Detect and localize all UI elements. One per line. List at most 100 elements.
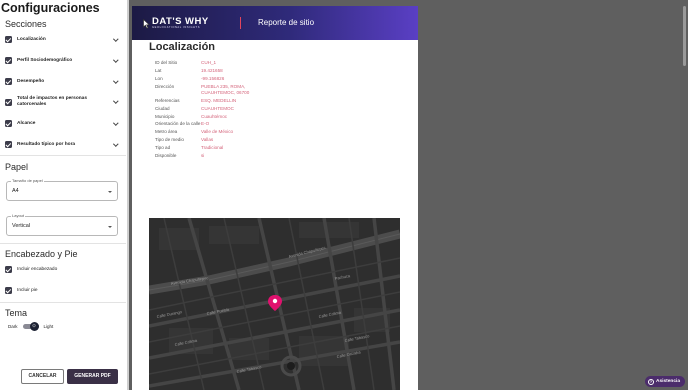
paper-size-label: Tamaño de papel (11, 178, 44, 183)
chevron-down-icon[interactable] (113, 37, 119, 43)
info-key: Tipo de medio (155, 137, 184, 143)
section-item-perfil[interactable]: Perfil Sociodemográfico (5, 57, 119, 64)
assistance-label: Asistencia (656, 379, 680, 384)
info-row: Ciudad CUAUHTEMOC (155, 106, 257, 112)
report-header: DAT'S WHY GEOLOCATIONAL INSIGHTS Reporte… (132, 6, 418, 40)
section-item-alcance[interactable]: Alcance (5, 120, 119, 127)
info-value: -99.156826 (201, 75, 225, 81)
theme-dark-label: Dark (8, 323, 18, 329)
help-icon: ? (648, 378, 654, 385)
info-value: CUH_1 (201, 60, 217, 65)
dropdown-caret-icon (108, 190, 112, 193)
map-canvas: Avenida Chapultepec Avenida Chapultepec … (149, 218, 400, 390)
theme-toggle[interactable]: ☼ (22, 321, 39, 331)
info-row: Referencias ESQ. MEDELLIN (155, 98, 257, 104)
section-label: Total de impactos en personas catorcenal… (17, 96, 88, 107)
pdf-preview-area: DAT'S WHY GEOLOCATIONAL INSIGHTS Reporte… (127, 0, 688, 390)
settings-panel: Configuraciones Secciones Localización P… (0, 0, 126, 390)
sections-heading: Secciones (5, 19, 47, 29)
chevron-down-icon[interactable] (113, 58, 119, 64)
info-row: Orientación de la calle E-O (155, 121, 257, 127)
layout-select[interactable]: Layout Vertical (6, 213, 118, 236)
info-row: Municipio Cuauhtémoc (155, 114, 257, 120)
mouse-cursor-icon (143, 19, 150, 29)
info-value: CUAUHTEMOC (201, 105, 234, 111)
layout-label: Layout (11, 213, 26, 218)
paper-size-select[interactable]: Tamaño de papel A4 (6, 178, 118, 201)
section-item-resultado[interactable]: Resultado típico por hora (5, 141, 119, 148)
info-row: Lon -99.156826 (155, 76, 257, 82)
info-row: Disponible si (155, 153, 257, 159)
paper-size-value: A4 (12, 188, 19, 194)
location-section-title: Localización (149, 41, 216, 53)
report-title: Reporte de sitio (258, 18, 315, 27)
section-checkbox[interactable] (5, 120, 12, 127)
info-key: Ciudad (155, 105, 170, 111)
section-checkbox[interactable] (5, 98, 12, 106)
section-item-impactos[interactable]: Total de impactos en personas catorcenal… (5, 96, 119, 108)
chevron-down-icon[interactable] (113, 142, 119, 148)
info-key: Referencias (155, 97, 180, 103)
section-item-desempeno[interactable]: Desempeño (5, 78, 119, 85)
chevron-down-icon[interactable] (113, 121, 119, 127)
section-item-localizacion[interactable]: Localización (5, 36, 119, 43)
info-key: Tipo ad (155, 145, 171, 151)
divider (0, 302, 126, 303)
cancel-button[interactable]: CANCELAR (21, 369, 64, 384)
info-key: Metro área (155, 129, 178, 135)
info-value: E-O (201, 121, 210, 127)
info-value: ESQ. MEDELLIN (201, 97, 237, 103)
theme-heading: Tema (5, 308, 28, 318)
info-key: Lat (155, 67, 162, 73)
include-footer-label: Incluir pie (17, 287, 38, 293)
brand-tagline: GEOLOCATIONAL INSIGHTS (152, 26, 201, 29)
info-row: Lat 19.421658 (155, 68, 257, 74)
include-header-checkbox[interactable] (5, 266, 12, 273)
header-footer-heading: Encabezado y Pie (5, 249, 78, 259)
section-label: Alcance (17, 120, 36, 126)
divider (0, 155, 126, 156)
panel-divider (127, 0, 129, 390)
panel-title: Configuraciones (1, 1, 100, 15)
info-key: Lon (155, 75, 163, 81)
include-header-label: Incluir encabezado (17, 266, 58, 272)
dropdown-caret-icon (108, 225, 112, 228)
info-value: Cuauhtémoc (201, 113, 228, 119)
include-footer-checkbox[interactable] (5, 287, 12, 294)
theme-light-label: Light (43, 323, 54, 329)
chevron-down-icon[interactable] (113, 79, 119, 85)
info-value: PUEBLA 235, ROMA, CUAUHTEMOC, 06700 (201, 83, 250, 95)
section-checkbox[interactable] (5, 141, 12, 148)
info-row: Metro área Valle de México (155, 129, 257, 135)
info-row: ID del Sitio CUH_1 (155, 60, 257, 66)
generate-pdf-button[interactable]: GENERAR PDF (67, 369, 118, 384)
include-header-option[interactable]: Incluir encabezado (5, 266, 119, 273)
info-row: Tipo de medio Vallas (155, 137, 257, 143)
paper-heading: Papel (5, 162, 29, 172)
section-checkbox[interactable] (5, 57, 12, 64)
location-info-table: ID del Sitio CUH_1 Lat 19.421658 Lon -99.15… (155, 60, 257, 161)
section-checkbox[interactable] (5, 78, 12, 85)
report-page: DAT'S WHY GEOLOCATIONAL INSIGHTS Reporte… (132, 6, 418, 390)
info-key: ID del Sitio (155, 60, 178, 65)
section-label: Desempeño (17, 78, 45, 84)
chevron-down-icon[interactable] (113, 99, 119, 105)
info-value: Valle de México (201, 129, 234, 135)
preview-scrollbar[interactable] (683, 6, 686, 66)
sun-icon[interactable]: ☼ (29, 321, 39, 331)
layout-value: Vertical (12, 223, 31, 229)
header-separator (240, 17, 242, 29)
location-map[interactable]: Avenida Chapultepec Avenida Chapultepec … (149, 218, 400, 390)
info-key: Orientación de la calle (155, 121, 201, 127)
info-key: Dirección (155, 83, 175, 89)
section-checkbox[interactable] (5, 36, 12, 43)
info-key: Disponible (155, 153, 177, 159)
info-key: Municipio (155, 113, 175, 119)
info-row: Dirección PUEBLA 235, ROMA, CUAUHTEMOC, 0… (155, 84, 257, 95)
assistance-button[interactable]: ? Asistencia (645, 376, 685, 387)
info-value: Tradicional (201, 145, 224, 151)
section-label: Perfil Sociodemográfico (17, 57, 73, 63)
info-value: 19.421658 (201, 67, 223, 73)
divider (0, 243, 126, 244)
include-footer-option[interactable]: Incluir pie (5, 287, 119, 294)
